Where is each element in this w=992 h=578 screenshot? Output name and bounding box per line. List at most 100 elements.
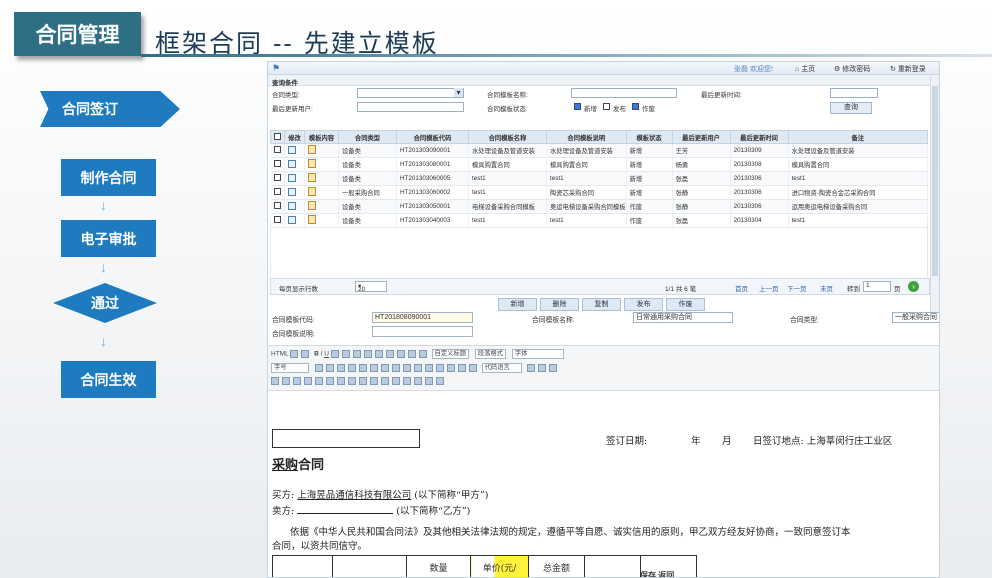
redo-icon[interactable] xyxy=(301,350,310,358)
undo-icon[interactable] xyxy=(290,350,299,358)
query-button[interactable]: 查询 xyxy=(830,102,872,114)
select-all-header[interactable] xyxy=(270,130,285,144)
subscript-icon[interactable] xyxy=(352,350,361,358)
table-row[interactable]: 设备类 HT201303050001 电梯设备采购合同模板 奥运电梯设备采购合同… xyxy=(270,199,929,214)
home-link[interactable]: ⌂ 主页 xyxy=(795,64,815,74)
seller-blank[interactable] xyxy=(297,513,394,514)
merge-cells-icon[interactable] xyxy=(381,377,389,385)
insert-col-icon[interactable] xyxy=(359,377,367,385)
preview-icon[interactable] xyxy=(414,377,422,385)
pagebreak-icon[interactable] xyxy=(527,364,536,372)
status-void-checkbox[interactable] xyxy=(632,103,639,110)
change-password-link[interactable]: ⚙ 修改密码 xyxy=(834,64,870,74)
font-size-select[interactable]: 字号 xyxy=(271,363,309,373)
indent-icon[interactable] xyxy=(314,364,323,372)
background-icon[interactable] xyxy=(549,364,558,372)
last-page-link[interactable]: 末页 xyxy=(820,283,833,293)
underline-icon[interactable]: U xyxy=(324,351,329,358)
strike-icon[interactable] xyxy=(330,350,339,358)
edit-icon[interactable] xyxy=(288,159,296,168)
edit-icon[interactable] xyxy=(288,145,296,154)
html-source-button[interactable]: HTML xyxy=(271,351,288,358)
row-checkbox[interactable] xyxy=(273,188,281,195)
list-icon[interactable] xyxy=(396,350,405,358)
row-checkbox[interactable] xyxy=(273,146,281,153)
eraser-icon[interactable] xyxy=(363,350,372,358)
form-code-input[interactable]: HT201808090001 xyxy=(372,312,473,323)
print-icon[interactable] xyxy=(403,377,411,385)
custom-title-select[interactable]: 自定义标题 xyxy=(431,349,470,359)
font-color-icon[interactable] xyxy=(385,350,394,358)
quote-icon[interactable] xyxy=(374,350,383,358)
relogin-link[interactable]: ↻ 重新登录 xyxy=(890,64,926,74)
special-char-icon[interactable] xyxy=(293,377,301,385)
italic-icon[interactable]: I xyxy=(321,351,323,358)
status-publish-checkbox[interactable] xyxy=(603,103,610,110)
edit-icon[interactable] xyxy=(288,173,296,182)
emotion-icon[interactable] xyxy=(424,364,433,372)
contract-no-box[interactable] xyxy=(272,429,420,448)
template-icon[interactable] xyxy=(538,364,547,372)
table-row[interactable]: 设备类 HT201303060005 test1 test1 新增 张磊 201… xyxy=(270,171,929,186)
last-update-time-input[interactable] xyxy=(830,88,878,98)
form-name-input[interactable]: 日常通用采购合同 xyxy=(633,312,733,323)
image-icon[interactable] xyxy=(413,364,422,372)
prev-page-link[interactable]: 上一页 xyxy=(759,283,779,293)
status-new-checkbox[interactable] xyxy=(574,103,581,110)
justify-icon[interactable] xyxy=(369,364,378,372)
split-cells-icon[interactable] xyxy=(392,377,400,385)
document-icon[interactable] xyxy=(308,145,316,154)
time-icon[interactable] xyxy=(282,377,290,385)
map-icon[interactable] xyxy=(446,364,455,372)
row-checkbox[interactable] xyxy=(273,202,281,209)
delete-col-icon[interactable] xyxy=(370,377,378,385)
page-size-select[interactable]: 20 ▾ xyxy=(355,281,387,293)
template-name-input[interactable] xyxy=(571,88,677,98)
font-select[interactable]: 字体 xyxy=(511,349,564,359)
align-icon[interactable] xyxy=(407,350,416,358)
document-icon[interactable] xyxy=(308,201,316,210)
form-desc-input[interactable] xyxy=(372,326,473,337)
search-replace-icon[interactable] xyxy=(425,377,433,385)
align-left-icon[interactable] xyxy=(336,364,345,372)
attachment-icon[interactable] xyxy=(457,364,466,372)
line-height-icon[interactable] xyxy=(418,350,427,358)
document-icon[interactable] xyxy=(308,159,316,168)
edit-icon[interactable] xyxy=(288,187,296,196)
insert-row-icon[interactable] xyxy=(337,377,345,385)
copy-button[interactable]: 复制 xyxy=(582,298,621,311)
publish-button[interactable]: 发布 xyxy=(624,298,663,311)
save-button[interactable]: 保存 xyxy=(640,571,656,577)
table-row[interactable]: 一般采购合同 HT201303060002 test1 陶瓷芯采购合同 新增 张… xyxy=(270,185,929,200)
document-icon[interactable] xyxy=(308,187,316,196)
edit-icon[interactable] xyxy=(288,201,296,210)
first-page-link[interactable]: 首页 xyxy=(735,283,748,293)
select-all-checkbox[interactable] xyxy=(274,132,281,140)
delete-row-icon[interactable] xyxy=(348,377,356,385)
void-button[interactable]: 作废 xyxy=(666,298,705,311)
contract-document[interactable]: 签订日期: 年 月 日签订地点: 上海莘闵行庄工业区 采购合同 买方: 上海昱品… xyxy=(268,392,939,577)
row-checkbox[interactable] xyxy=(273,174,281,181)
code-language-select[interactable]: 代码语言 xyxy=(481,363,522,373)
goto-page-input[interactable]: 1 xyxy=(863,281,891,292)
table-insert-icon[interactable] xyxy=(315,377,323,385)
align-right-icon[interactable] xyxy=(358,364,367,372)
table-delete-icon[interactable] xyxy=(326,377,334,385)
date-icon[interactable] xyxy=(271,377,279,385)
scrollbar-thumb[interactable] xyxy=(932,86,938,276)
contract-type-select[interactable] xyxy=(357,88,464,98)
align-center-icon[interactable] xyxy=(347,364,356,372)
form-type-select[interactable]: 一般采购合同 xyxy=(892,312,939,323)
table-row[interactable]: 设备类 HT201303090001 水处理设备及管道安装 水处理设备及管道安装… xyxy=(270,143,929,158)
next-page-link[interactable]: 下一页 xyxy=(787,283,807,293)
row-checkbox[interactable] xyxy=(273,160,281,167)
back-button[interactable]: 返回 xyxy=(658,571,674,577)
last-update-user-input[interactable] xyxy=(357,102,464,112)
gallery-icon[interactable] xyxy=(468,364,477,372)
bold-icon[interactable]: B xyxy=(314,351,319,358)
outdent-icon[interactable] xyxy=(325,364,334,372)
video-icon[interactable] xyxy=(435,364,444,372)
go-button[interactable]: › xyxy=(908,281,919,292)
paragraph-format-select[interactable]: 段落格式 xyxy=(474,349,507,359)
delete-button[interactable]: 删除 xyxy=(540,298,579,311)
